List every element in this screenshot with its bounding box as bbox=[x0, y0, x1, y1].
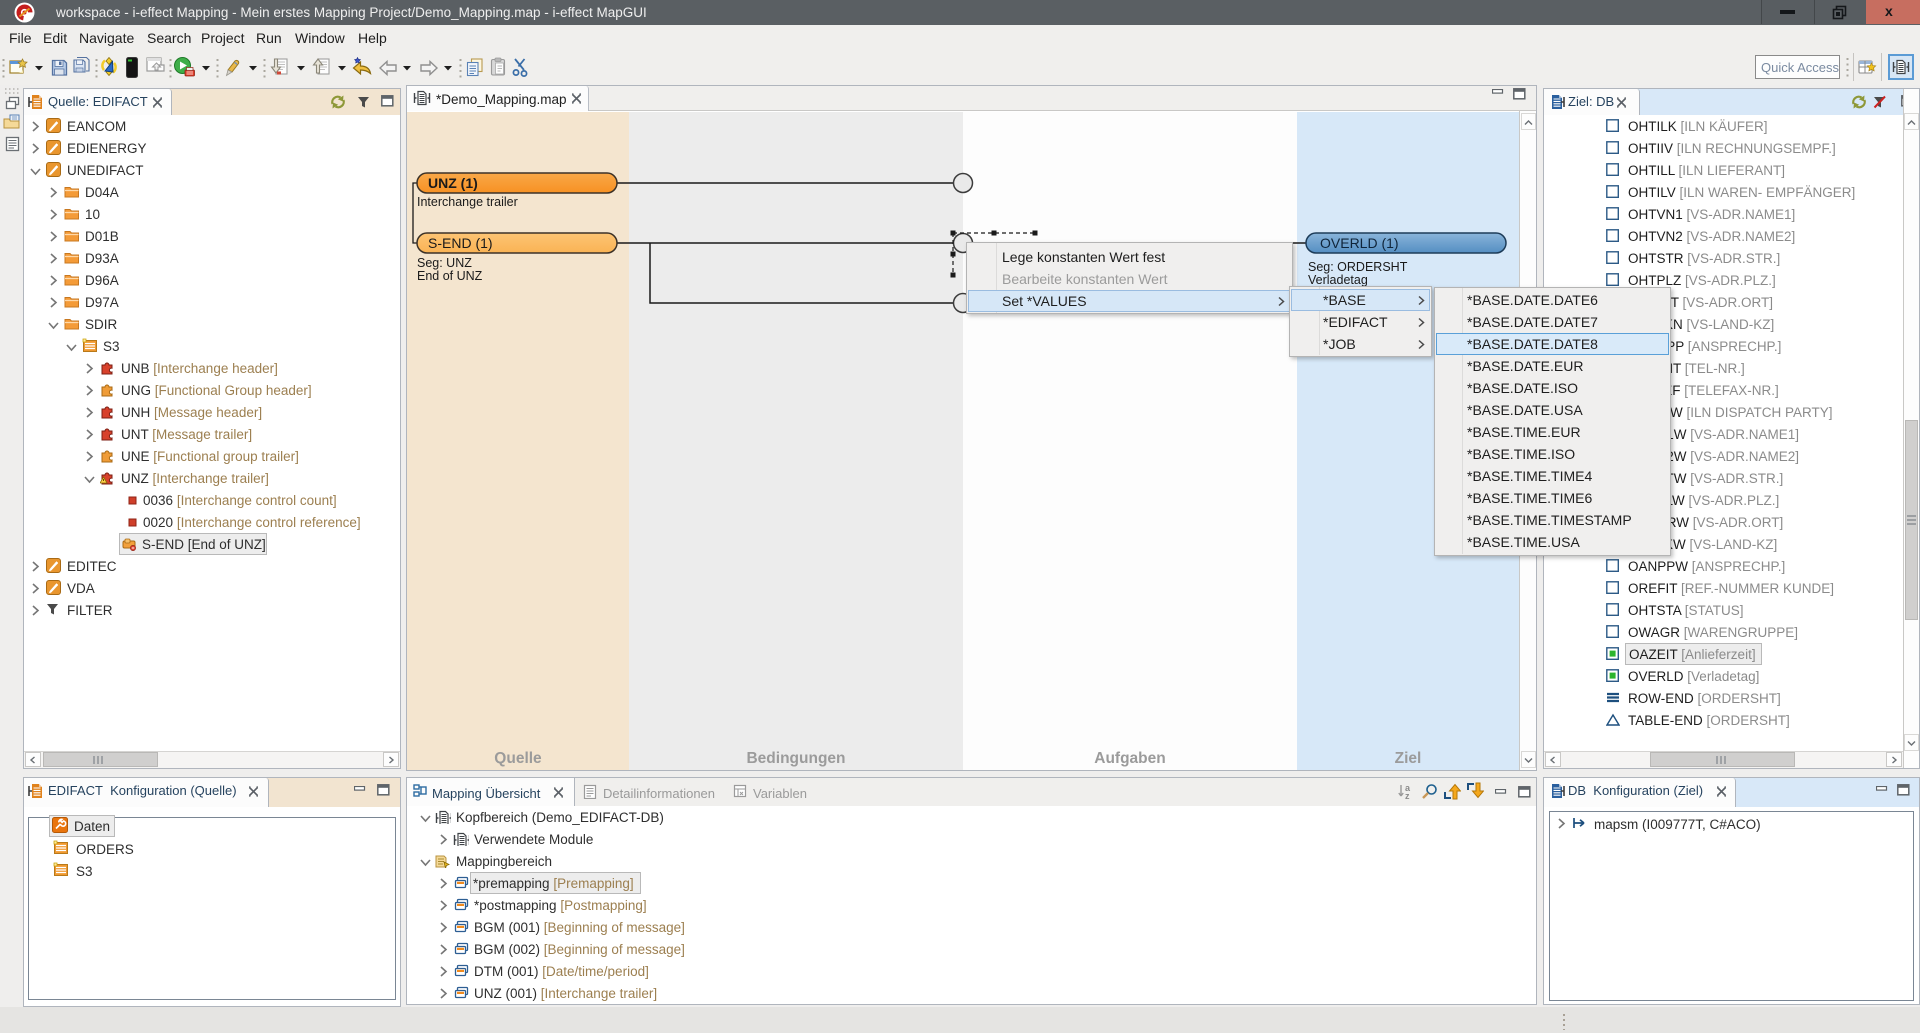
svg-text:S-END (1): S-END (1) bbox=[428, 235, 493, 251]
svg-text:Ziel: Ziel bbox=[1395, 750, 1422, 767]
svg-text:Quelle: Quelle bbox=[494, 750, 542, 767]
svg-text:Verladetag: Verladetag bbox=[1308, 273, 1368, 287]
svg-text:Aufgaben: Aufgaben bbox=[1094, 750, 1165, 767]
svg-text:End of UNZ: End of UNZ bbox=[417, 269, 483, 283]
svg-text:UNZ (1): UNZ (1) bbox=[428, 175, 478, 191]
svg-text:Bedingungen: Bedingungen bbox=[746, 750, 845, 767]
svg-text:z: z bbox=[1405, 791, 1410, 800]
svg-text:OVERLD (1): OVERLD (1) bbox=[1320, 235, 1399, 251]
svg-text:Seg: UNZ: Seg: UNZ bbox=[417, 256, 472, 270]
svg-text:Seg: ORDERSHT: Seg: ORDERSHT bbox=[1308, 260, 1408, 274]
svg-text:Interchange trailer: Interchange trailer bbox=[417, 195, 518, 209]
